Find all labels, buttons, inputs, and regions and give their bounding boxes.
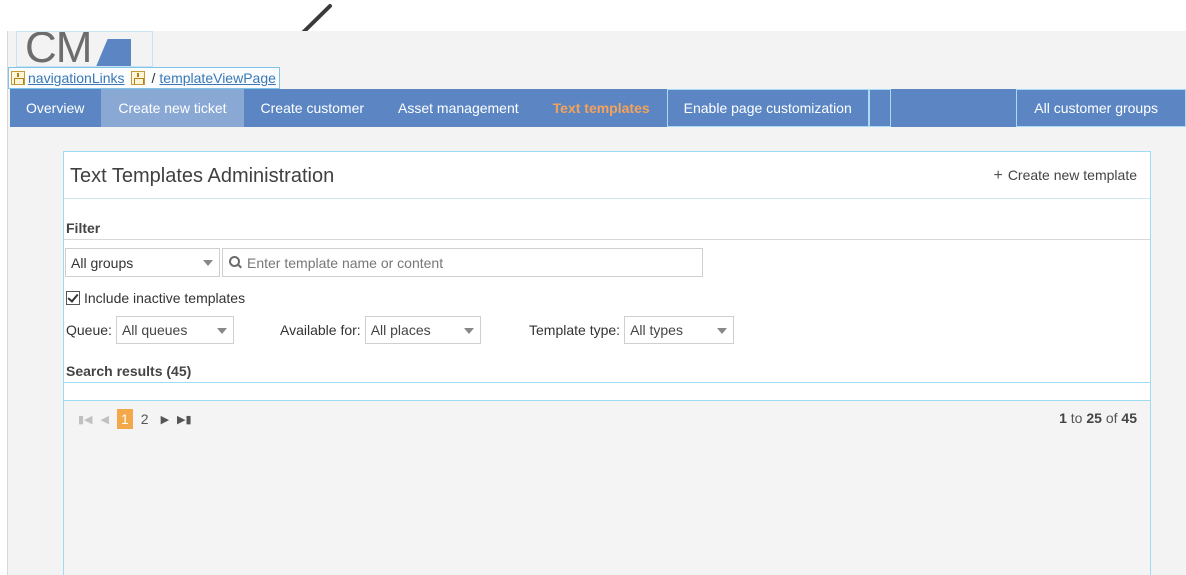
template-view-page-link[interactable]: templateViewPage — [159, 70, 275, 86]
nav-divider — [868, 89, 891, 127]
range-total: 45 — [1121, 410, 1137, 426]
debug-breadcrumb: navigationLinks / templateViewPage — [8, 67, 280, 89]
logo: CM — [16, 31, 153, 67]
chevron-down-icon — [463, 328, 474, 334]
breadcrumb-separator: / — [151, 70, 156, 86]
page-number[interactable]: 2 — [137, 409, 153, 429]
navigation-links-link[interactable]: navigationLinks — [28, 70, 125, 86]
template-type-filter: Template type: All types — [529, 316, 735, 344]
queue-label: Queue: — [66, 322, 112, 338]
logo-text: CM — [25, 31, 92, 67]
customer-groups-selector[interactable]: All customer groups — [1016, 89, 1186, 127]
panel-header: Text Templates Administration + Create ne… — [64, 152, 1150, 199]
range-to: to — [1066, 410, 1087, 426]
nav-overview[interactable]: Overview — [10, 89, 101, 127]
nav-enable-page-customization[interactable]: Enable page customization — [666, 89, 869, 127]
chevron-down-icon — [203, 260, 213, 266]
divider — [64, 239, 1150, 240]
nav-create-new-ticket[interactable]: Create new ticket — [101, 89, 244, 127]
page-number-current[interactable]: 1 — [116, 409, 133, 429]
page-title: Text Templates Administration — [70, 165, 335, 187]
group-select-value: All groups — [71, 254, 134, 271]
text-templates-panel: Text Templates Administration + Create ne… — [63, 151, 1151, 575]
template-type-select-value: All types — [630, 322, 683, 338]
component-tree-icon — [11, 71, 25, 85]
nav-asset-management[interactable]: Asset management — [381, 89, 536, 127]
template-type-select[interactable]: All types — [624, 316, 735, 344]
nav-create-customer[interactable]: Create customer — [244, 89, 381, 127]
include-inactive-row[interactable]: Include inactive templates — [66, 290, 245, 306]
chevron-down-icon — [717, 328, 728, 334]
available-for-select[interactable]: All places — [364, 316, 481, 344]
template-search-input[interactable] — [247, 254, 687, 271]
available-for-select-value: All places — [370, 322, 431, 338]
template-type-label: Template type: — [529, 322, 621, 338]
component-tree-icon — [130, 71, 145, 85]
available-for-label: Available for: — [280, 322, 361, 338]
available-for-filter: Available for: All places — [280, 316, 481, 344]
main-nav-bar: Overview Create new ticket Create custom… — [10, 89, 1186, 127]
group-select[interactable]: All groups — [65, 248, 220, 277]
include-inactive-label: Include inactive templates — [84, 290, 246, 306]
search-icon — [229, 256, 242, 269]
plus-icon: + — [993, 167, 1003, 184]
divider — [64, 382, 1150, 383]
results-pager: ▮◀ ◀ 1 2 ▶ ▶▮ 1 to 25 of 45 — [64, 401, 1150, 575]
pager-range-info: 1 to 25 of 45 — [1059, 410, 1137, 426]
last-page-icon[interactable]: ▶▮ — [177, 413, 192, 426]
range-of: of — [1101, 410, 1122, 426]
template-search-box[interactable] — [222, 248, 703, 277]
logo-mark — [95, 39, 131, 66]
create-new-template-button[interactable]: + Create new template — [993, 167, 1137, 185]
previous-page-icon[interactable]: ◀ — [101, 413, 109, 426]
queue-select-value: All queues — [121, 322, 188, 338]
create-new-template-label: Create new template — [1007, 167, 1137, 183]
first-page-icon[interactable]: ▮◀ — [78, 413, 93, 426]
pager-controls: ▮◀ ◀ 1 2 ▶ ▶▮ — [78, 409, 200, 429]
range-start: 1 — [1059, 410, 1067, 426]
queue-select[interactable]: All queues — [115, 316, 234, 344]
nav-text-templates[interactable]: Text templates — [536, 89, 667, 127]
filter-heading: Filter — [66, 220, 101, 236]
queue-filter: Queue: All queues — [66, 316, 234, 344]
search-results-heading: Search results (45) — [66, 363, 192, 379]
chevron-down-icon — [216, 328, 227, 334]
next-page-icon[interactable]: ▶ — [161, 413, 169, 426]
range-end: 25 — [1086, 410, 1102, 426]
include-inactive-checkbox[interactable] — [66, 291, 80, 305]
